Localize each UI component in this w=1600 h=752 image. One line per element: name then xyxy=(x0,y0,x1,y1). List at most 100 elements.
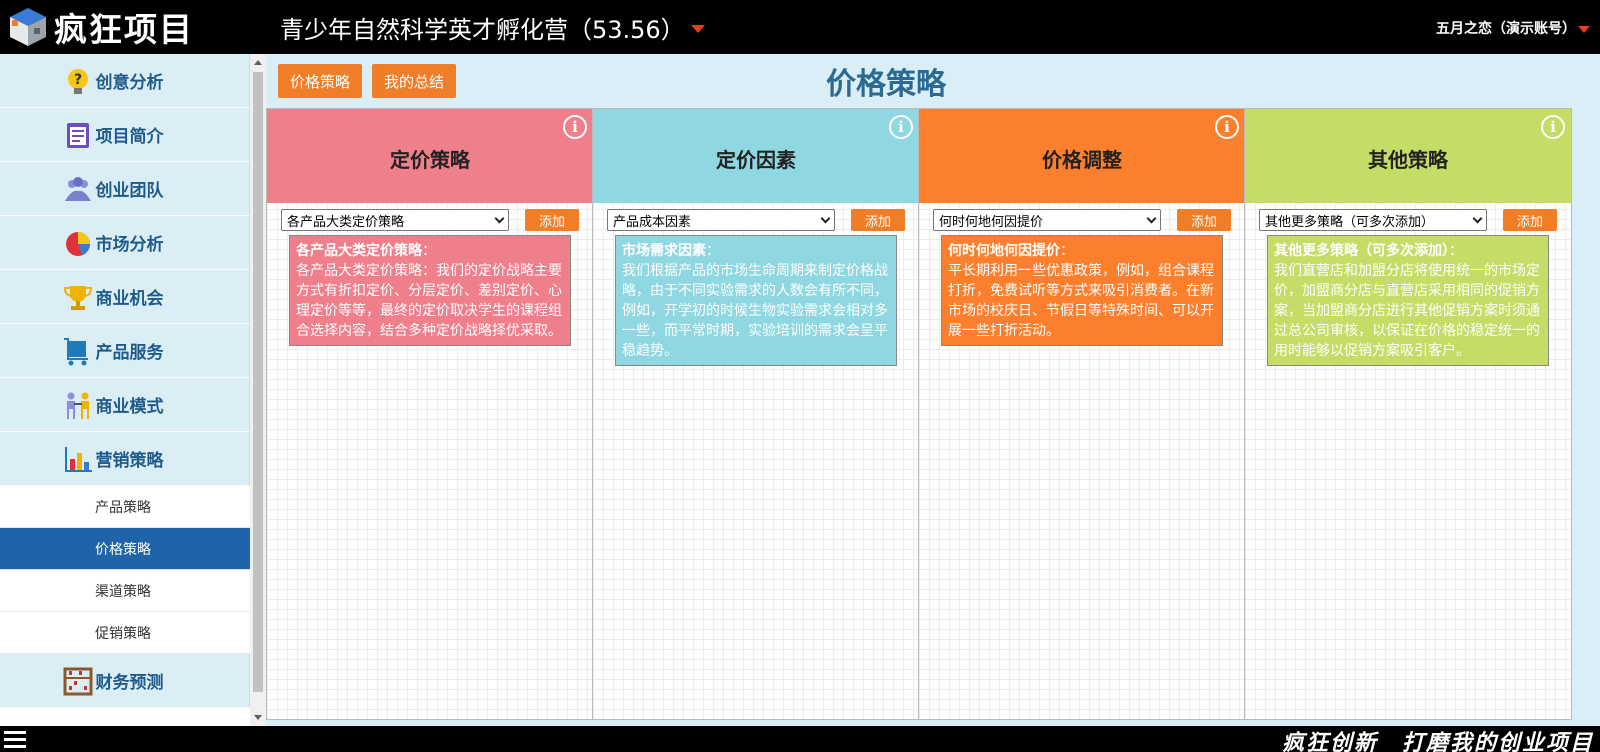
team-icon xyxy=(64,176,91,201)
sidebar-subitem[interactable]: 渠道策略 xyxy=(0,570,250,612)
document-icon xyxy=(66,122,89,148)
sidebar-item-label: 营销策略 xyxy=(95,451,164,471)
info-icon[interactable]: i xyxy=(563,115,587,139)
bar-chart-icon xyxy=(64,446,92,472)
sidebar-subitem[interactable]: 促销策略 xyxy=(0,612,250,654)
strategy-card[interactable]: 何时何地何因提价： 平长期利用一些优惠政策，例如，组合课程打折，免费试听等方式来吸… xyxy=(941,235,1223,346)
sidebar-item[interactable]: 财务预测 xyxy=(0,654,250,708)
card-title: 其他更多策略（可多次添加） xyxy=(1274,243,1449,259)
column-title: 价格调整 xyxy=(1042,147,1122,172)
sidebar-item-label: 商业模式 xyxy=(95,397,164,417)
info-icon[interactable]: i xyxy=(889,115,913,139)
column-controls: 各产品大类定价策略 添加 xyxy=(281,205,579,235)
strategy-column: 价格调整 i 何时何地何因提价 添加何时何地何因提价： 平长期利用一些优惠政策，例如，组… xyxy=(918,108,1246,720)
info-icon[interactable]: i xyxy=(1215,115,1239,139)
strategy-column: 其他策略 i 其他更多策略（可多次添加） 添加其他更多策略（可多次添加）： 我们直营店和… xyxy=(1244,108,1572,720)
select-value: 各产品大类定价策略 xyxy=(287,214,405,230)
sidebar-subitem[interactable]: 产品策略 xyxy=(0,486,250,528)
sidebar-item[interactable]: 市场分析 xyxy=(0,216,250,270)
sidebar-item-label: 产品服务 xyxy=(95,343,164,363)
scroll-thumb[interactable] xyxy=(253,72,263,692)
strategy-column: 定价因素 i 产品成本因素 添加市场需求因素： 我们根据产品的市场生命周期来制定价格战略… xyxy=(592,108,920,720)
chevron-down-icon xyxy=(494,213,505,224)
app-logo[interactable]: 疯狂项目 xyxy=(6,6,194,49)
logo-text: 疯狂项目 xyxy=(54,10,194,49)
column-header: 定价策略 i xyxy=(267,109,593,203)
add-button[interactable]: 添加 xyxy=(851,209,905,231)
chevron-down-icon xyxy=(1472,213,1483,224)
sidebar-item-label: 创业团队 xyxy=(95,181,164,201)
sidebar: ? 创意分析项目简介创业团队市场分析商业机会产品服务商业模式营销策略 产品策略 价格… xyxy=(0,54,250,726)
top-bar: 疯狂项目 青少年自然科学英才孵化营（53.56） 五月之恋（演示账号） xyxy=(0,0,1600,54)
sidebar-item-label: 市场分析 xyxy=(95,235,164,255)
sidebar-item-label: 创意分析 xyxy=(95,73,164,93)
sidebar-item-label: 财务预测 xyxy=(95,673,164,693)
strategy-select[interactable]: 何时何地何因提价 xyxy=(933,209,1161,231)
chevron-down-icon xyxy=(820,213,831,224)
sidebar-item[interactable]: 项目简介 xyxy=(0,108,250,162)
sidebar-subitem[interactable]: 价格策略 xyxy=(0,528,250,570)
select-value: 产品成本因素 xyxy=(613,214,692,230)
hamburger-menu-icon[interactable] xyxy=(4,731,26,749)
sidebar-item[interactable]: 商业机会 xyxy=(0,270,250,324)
sidebar-item[interactable]: 创业团队 xyxy=(0,162,250,216)
sidebar-scrollbar[interactable] xyxy=(250,54,266,726)
card-text: 我们根据产品的市场生命周期来制定价格战略，由于不同实验需求的人数会有所不同，例如… xyxy=(622,263,888,359)
select-value: 其他更多策略（可多次添加） xyxy=(1265,214,1435,230)
project-title: 青少年自然科学英才孵化营（53.56） xyxy=(280,16,685,44)
strategy-select[interactable]: 其他更多策略（可多次添加） xyxy=(1259,209,1487,231)
trophy-icon xyxy=(63,285,92,310)
card-text: 各产品大类定价策略：我们的定价战略主要方式有折扣定价、分层定价、差别定价、心理定… xyxy=(296,263,562,339)
card-title: 何时何地何因提价 xyxy=(948,243,1060,259)
add-button[interactable]: 添加 xyxy=(525,209,579,231)
cart-icon xyxy=(63,337,88,365)
column-controls: 何时何地何因提价 添加 xyxy=(933,205,1231,235)
user-name: 五月之恋（演示账号） xyxy=(1436,21,1576,37)
tab-my-summary[interactable]: 我的总结 xyxy=(372,64,456,98)
column-header: 定价因素 i xyxy=(593,109,919,203)
sidebar-item[interactable]: 营销策略 xyxy=(0,432,250,486)
add-button[interactable]: 添加 xyxy=(1177,209,1231,231)
strategy-card[interactable]: 其他更多策略（可多次添加）： 我们直营店和加盟分店将使用统一的市场定价，加盟商分店… xyxy=(1267,235,1549,366)
sidebar-item-label: 商业机会 xyxy=(95,289,164,309)
chevron-down-icon xyxy=(1146,213,1157,224)
column-controls: 产品成本因素 添加 xyxy=(607,205,905,235)
strategy-card[interactable]: 市场需求因素： 我们根据产品的市场生命周期来制定价格战略，由于不同实验需求的人数会… xyxy=(615,235,897,366)
slogan: 疯狂创新 打磨我的创业项目 xyxy=(1281,731,1594,752)
project-title-dropdown[interactable]: 青少年自然科学英才孵化营（53.56） xyxy=(280,10,705,45)
column-controls: 其他更多策略（可多次添加） 添加 xyxy=(1259,205,1557,235)
card-text: 我们直营店和加盟分店将使用统一的市场定价，加盟商分店与直营店采用相同的促销方案，… xyxy=(1274,263,1540,359)
strategy-column: 定价策略 i 各产品大类定价策略 添加各产品大类定价策略： 各产品大类定价策略：我们的定… xyxy=(266,108,594,720)
column-title: 定价策略 xyxy=(390,147,470,172)
select-value: 何时何地何因提价 xyxy=(939,214,1044,230)
bottom-bar: 疯狂创新 打磨我的创业项目 xyxy=(0,726,1600,752)
column-header: 其他策略 i xyxy=(1245,109,1571,203)
people-handshake-icon xyxy=(66,392,89,419)
scroll-down-arrow-icon[interactable] xyxy=(254,715,262,720)
user-menu[interactable]: 五月之恋（演示账号） xyxy=(1436,18,1590,38)
main-content: 价格策略 我的总结 价格策略 定价策略 i 各产品大类定价策略 添加 各产品大类定价策略… xyxy=(266,54,1600,726)
card-text: 平长期利用一些优惠政策，例如，组合课程打折，免费试听等方式来吸引消费者。在新市场… xyxy=(948,263,1214,339)
scroll-up-arrow-icon[interactable] xyxy=(254,60,262,65)
caret-down-icon xyxy=(690,25,705,33)
lightbulb-question-icon: ? xyxy=(67,68,88,94)
tab-price-strategy[interactable]: 价格策略 xyxy=(278,64,362,98)
pie-chart-icon xyxy=(65,231,90,256)
sidebar-item[interactable]: ? 创意分析 xyxy=(0,54,250,108)
sidebar-item[interactable]: 商业模式 xyxy=(0,378,250,432)
sidebar-item[interactable]: 产品服务 xyxy=(0,324,250,378)
strategy-select[interactable]: 各产品大类定价策略 xyxy=(281,209,509,231)
strategy-card[interactable]: 各产品大类定价策略： 各产品大类定价策略：我们的定价战略主要方式有折扣定价、分层定… xyxy=(289,235,571,346)
caret-down-icon xyxy=(1578,26,1590,33)
page-title: 价格策略 xyxy=(826,67,946,102)
sidebar-item-label: 项目简介 xyxy=(95,127,164,147)
card-title: 市场需求因素 xyxy=(622,243,706,259)
column-title: 定价因素 xyxy=(716,147,796,172)
abacus-icon xyxy=(63,667,92,695)
svg-text:?: ? xyxy=(73,72,81,88)
column-title: 其他策略 xyxy=(1368,147,1448,172)
card-title: 各产品大类定价策略 xyxy=(296,243,422,259)
strategy-select[interactable]: 产品成本因素 xyxy=(607,209,835,231)
info-icon[interactable]: i xyxy=(1541,115,1565,139)
add-button[interactable]: 添加 xyxy=(1503,209,1557,231)
